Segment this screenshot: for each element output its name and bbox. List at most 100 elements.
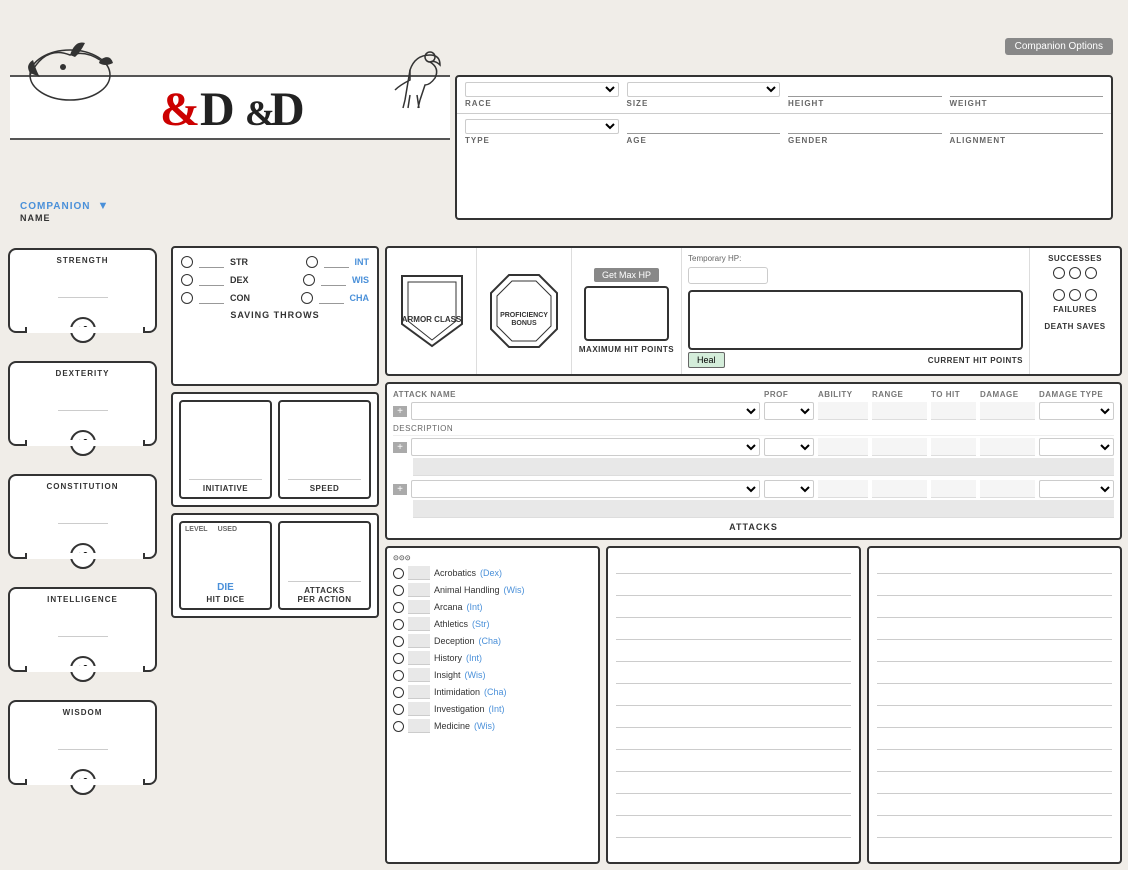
notes-textarea-1[interactable]: [616, 552, 851, 858]
ability-input-2[interactable]: [818, 438, 868, 456]
medicine-input[interactable]: [408, 719, 430, 733]
race-field: RACE: [465, 82, 619, 108]
prof-select-1[interactable]: [764, 402, 814, 420]
proficiency-bonus-input[interactable]: [509, 294, 539, 312]
medicine-circle[interactable]: [393, 721, 404, 732]
speed-input[interactable]: [288, 456, 361, 480]
athletics-circle[interactable]: [393, 619, 404, 630]
alignment-input[interactable]: [950, 121, 1104, 134]
notes-textarea-2[interactable]: [877, 552, 1112, 858]
prof-select-3[interactable]: [764, 480, 814, 498]
con-save-input[interactable]: [199, 292, 224, 304]
damage-type-select-2[interactable]: [1039, 438, 1114, 456]
ability-input-1[interactable]: [818, 402, 868, 420]
height-input[interactable]: [788, 84, 942, 97]
saving-throws-box: STR INT DEX WIS: [171, 246, 379, 386]
constitution-input[interactable]: [58, 495, 108, 524]
dex-save-input[interactable]: [199, 274, 224, 286]
initiative-section: INITIATIVE: [179, 400, 272, 499]
companion-dropdown[interactable]: ▼: [98, 200, 109, 212]
failure-circle-2[interactable]: [1069, 289, 1081, 301]
investigation-circle[interactable]: [393, 704, 404, 715]
add-attack-btn-3[interactable]: +: [393, 484, 407, 495]
constitution-label: CONSTITUTION: [47, 482, 119, 491]
gender-input[interactable]: [788, 121, 942, 134]
right-content: ARMOR CLASS PROFICIENCY BONUS: [385, 240, 1128, 870]
intimidation-circle[interactable]: [393, 687, 404, 698]
deception-input[interactable]: [408, 634, 430, 648]
armor-class-label: ARMOR CLASS: [402, 316, 462, 325]
attack-name-select-2[interactable]: [411, 438, 760, 456]
age-field: AGE: [627, 121, 781, 145]
arcana-circle[interactable]: [393, 602, 404, 613]
insight-name: Insight: [434, 670, 461, 680]
success-circle-2[interactable]: [1069, 267, 1081, 279]
attack-name-select-3[interactable]: [411, 480, 760, 498]
strength-input[interactable]: [58, 269, 108, 298]
add-attack-btn-1[interactable]: +: [393, 406, 407, 417]
investigation-input[interactable]: [408, 702, 430, 716]
to-hit-input-1[interactable]: [931, 402, 976, 420]
attacks-per-action-input[interactable]: [288, 558, 361, 582]
history-input[interactable]: [408, 651, 430, 665]
attack-name-select-1[interactable]: [411, 402, 760, 420]
type-select[interactable]: [465, 119, 619, 134]
race-select[interactable]: [465, 82, 619, 97]
wisdom-input[interactable]: [58, 721, 108, 750]
weight-input[interactable]: [950, 84, 1104, 97]
type-field: TYPE: [465, 119, 619, 145]
age-input[interactable]: [627, 121, 781, 134]
success-circle-1[interactable]: [1053, 267, 1065, 279]
prof-select-2[interactable]: [764, 438, 814, 456]
temp-hp-input[interactable]: [688, 267, 768, 284]
medicine-row: Medicine (Wis): [393, 719, 592, 733]
add-attack-btn-2[interactable]: +: [393, 442, 407, 453]
cha-save-input[interactable]: [319, 292, 344, 304]
damage-type-select-1[interactable]: [1039, 402, 1114, 420]
animal-handling-input[interactable]: [408, 583, 430, 597]
max-hp-input[interactable]: [586, 288, 667, 339]
insight-input[interactable]: [408, 668, 430, 682]
hit-dice-section: LEVEL USED DIE HIT DICE: [179, 521, 272, 610]
damage-input-1[interactable]: [980, 402, 1035, 420]
wis-save-input[interactable]: [321, 274, 346, 286]
desc-input-3[interactable]: [413, 500, 1114, 518]
ability-scores-column: STRENGTH +0 DEXTERITY +0 CONSTITUTION +0…: [0, 240, 165, 870]
insight-circle[interactable]: [393, 670, 404, 681]
ability-input-3[interactable]: [818, 480, 868, 498]
damage-input-2[interactable]: [980, 438, 1035, 456]
range-input-3[interactable]: [872, 480, 927, 498]
deception-circle[interactable]: [393, 636, 404, 647]
armor-class-input[interactable]: [417, 298, 447, 316]
size-select[interactable]: [627, 82, 781, 97]
get-max-hp-button[interactable]: Get Max HP: [594, 268, 659, 282]
arcana-input[interactable]: [408, 600, 430, 614]
int-save-input[interactable]: [324, 256, 349, 268]
heal-button[interactable]: Heal: [688, 352, 725, 368]
dexterity-input[interactable]: [58, 382, 108, 411]
history-circle[interactable]: [393, 653, 404, 664]
desc-input-2[interactable]: [413, 458, 1114, 476]
str-save-input[interactable]: [199, 256, 224, 268]
athletics-input[interactable]: [408, 617, 430, 631]
char-info-row-2: TYPE AGE GENDER ALIGNMENT: [457, 114, 1111, 150]
intelligence-input[interactable]: [58, 608, 108, 637]
to-hit-input-2[interactable]: [931, 438, 976, 456]
success-circle-3[interactable]: [1085, 267, 1097, 279]
deception-name: Deception: [434, 636, 475, 646]
acrobatics-circle[interactable]: [393, 568, 404, 579]
companion-options-button[interactable]: Companion Options: [1005, 38, 1113, 55]
damage-input-3[interactable]: [980, 480, 1035, 498]
failure-circle-3[interactable]: [1085, 289, 1097, 301]
range-input-1[interactable]: [872, 402, 927, 420]
intimidation-input[interactable]: [408, 685, 430, 699]
damage-type-select-3[interactable]: [1039, 480, 1114, 498]
to-hit-input-3[interactable]: [931, 480, 976, 498]
acrobatics-input[interactable]: [408, 566, 430, 580]
current-hp-input[interactable]: [690, 292, 1021, 348]
dnd-logo: & D & D: [150, 80, 310, 135]
failure-circle-1[interactable]: [1053, 289, 1065, 301]
initiative-input[interactable]: [189, 456, 262, 480]
range-input-2[interactable]: [872, 438, 927, 456]
animal-handling-circle[interactable]: [393, 585, 404, 596]
